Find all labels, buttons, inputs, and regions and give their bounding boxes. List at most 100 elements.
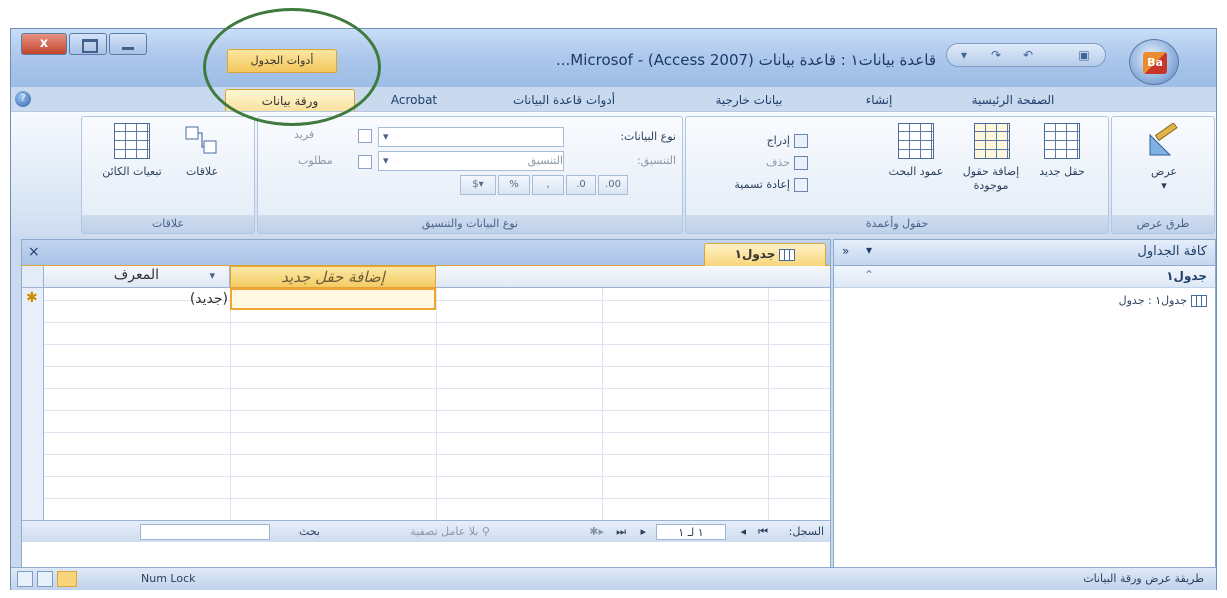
- undo-icon[interactable]: ↶: [1019, 47, 1037, 63]
- tab-external-data[interactable]: بيانات خارجية: [699, 89, 799, 111]
- redo-icon[interactable]: ↷: [987, 47, 1005, 63]
- fields-columns-group: حقل جديد إضافة حقول موجودة عمود البحث إد…: [685, 116, 1109, 234]
- delete-button[interactable]: حذف: [766, 153, 808, 173]
- search-label: بحث: [299, 525, 320, 538]
- record-navigation-bar: السجل: ⏮ ◂ ١ لـ ١ ▸ ⏭ ▸✱ ⚲ بلا عامل تصفي…: [22, 520, 830, 542]
- datatype-formatting-group: نوع البيانات: التنسيق: التنسيق $▾ % , .0…: [257, 116, 683, 234]
- datatype-combo[interactable]: [378, 127, 564, 147]
- tab-database-tools[interactable]: أدوات قاعدة البيانات: [499, 89, 629, 111]
- cell-add-field-active[interactable]: [230, 288, 436, 310]
- record-position-input[interactable]: ١ لـ ١: [656, 524, 726, 540]
- help-icon[interactable]: ?: [15, 91, 31, 107]
- views-group: عرض ▾ طرق عرض: [1111, 116, 1215, 234]
- add-existing-fields-label: إضافة حقول موجودة: [962, 165, 1020, 192]
- application-window: x أدوات الجدول قاعدة بيانات١ : قاعدة بيا…: [10, 28, 1217, 590]
- datasheet-window: جدول١ × المعرف ▾ إضافة حقل جديد ✱ (جديد)…: [21, 239, 831, 577]
- unique-checkbox[interactable]: [358, 129, 372, 143]
- search-input[interactable]: [140, 524, 270, 540]
- no-filter-icon: ⚲: [478, 525, 490, 538]
- first-record-icon[interactable]: ⏮: [758, 524, 768, 540]
- nav-group-title: جدول١: [1166, 269, 1207, 283]
- status-bar: طريقة عرض ورقة البيانات Num Lock: [11, 567, 1216, 590]
- pivottable-view-icon[interactable]: [37, 571, 53, 587]
- tab-create[interactable]: إنشاء: [849, 89, 909, 111]
- customize-qat-icon[interactable]: ▾: [955, 47, 973, 63]
- cell-id-new[interactable]: (جديد): [44, 288, 230, 310]
- column-header-id[interactable]: المعرف ▾: [44, 266, 230, 288]
- filter-indicator[interactable]: ⚲ بلا عامل تصفية: [410, 524, 490, 540]
- pivotchart-view-icon[interactable]: [17, 571, 33, 587]
- lookup-column-icon: [898, 123, 934, 159]
- column-header-add-field[interactable]: إضافة حقل جديد: [230, 266, 436, 288]
- maximize-button[interactable]: [69, 33, 107, 55]
- relationships-label: علاقات: [185, 165, 219, 178]
- table-icon: [1191, 295, 1207, 307]
- rename-label: إعادة تسمية: [734, 178, 790, 191]
- add-existing-fields-button[interactable]: إضافة حقول موجودة: [956, 121, 1026, 199]
- tab-home[interactable]: الصفحة الرئيسية: [953, 89, 1073, 111]
- document-tab-bar: جدول١ ×: [22, 240, 830, 266]
- datasheet-view-icon[interactable]: [57, 571, 77, 587]
- office-logo-icon: Ba: [1143, 52, 1167, 74]
- required-checkbox[interactable]: [358, 155, 372, 169]
- views-group-label: طرق عرض: [1112, 215, 1214, 233]
- format-label: التنسيق:: [636, 154, 676, 167]
- minimize-button[interactable]: [109, 33, 147, 55]
- nav-group-header[interactable]: ⌃ جدول١: [834, 266, 1215, 288]
- nav-item-table1[interactable]: جدول١ : جدول: [1119, 294, 1207, 307]
- relationships-group-label: علاقات: [82, 215, 254, 233]
- nav-item-label: جدول١ : جدول: [1118, 294, 1187, 307]
- nav-pane-title: كافة الجداول: [1137, 244, 1207, 259]
- row-selector-column[interactable]: [22, 288, 44, 520]
- window-title: قاعدة بيانات١ : قاعدة بيانات (Access 200…: [555, 51, 936, 69]
- next-record-icon[interactable]: ▸: [640, 524, 646, 540]
- no-filter-label: بلا عامل تصفية: [410, 525, 479, 538]
- insert-button[interactable]: إدراج: [767, 131, 808, 151]
- highlight-circle-annotation: [203, 8, 381, 126]
- quick-access-toolbar: ▾ ↷ ↶ ▣: [946, 43, 1106, 67]
- increase-decimals-button[interactable]: .0: [566, 175, 596, 195]
- percent-button[interactable]: %: [498, 175, 530, 195]
- office-button[interactable]: Ba: [1129, 39, 1179, 85]
- new-record-icon: ✱: [26, 290, 38, 306]
- status-view-text: طريقة عرض ورقة البيانات: [1083, 572, 1204, 585]
- lookup-column-button[interactable]: عمود البحث: [884, 121, 948, 199]
- collapse-group-icon[interactable]: ⌃: [864, 268, 874, 282]
- decrease-decimals-button[interactable]: .00: [598, 175, 628, 195]
- last-record-icon[interactable]: ⏭: [616, 524, 626, 540]
- nav-pane-header[interactable]: » ▾ كافة الجداول: [834, 240, 1215, 266]
- format-combo[interactable]: التنسيق: [378, 151, 564, 171]
- delete-label: حذف: [766, 156, 790, 169]
- title-bar: x أدوات الجدول قاعدة بيانات١ : قاعدة بيا…: [11, 29, 1216, 87]
- save-icon[interactable]: ▣: [1075, 47, 1093, 63]
- view-icon: [1149, 123, 1178, 156]
- new-field-icon: [1044, 123, 1080, 159]
- sort-dropdown-icon[interactable]: ▾: [209, 269, 215, 282]
- comma-button[interactable]: ,: [532, 175, 564, 195]
- relationships-button[interactable]: علاقات: [170, 121, 234, 199]
- object-dependencies-icon: [114, 123, 150, 159]
- close-document-icon[interactable]: ×: [28, 244, 40, 260]
- currency-button[interactable]: $▾: [460, 175, 496, 195]
- datatype-formatting-group-label: نوع البيانات والتنسيق: [258, 215, 682, 233]
- view-label: عرض: [1151, 165, 1177, 178]
- rename-column-icon: [794, 178, 808, 192]
- close-button[interactable]: x: [21, 33, 67, 55]
- new-field-button[interactable]: حقل جديد: [1030, 121, 1094, 199]
- document-tab-label: جدول١: [734, 247, 776, 261]
- collapse-pane-icon[interactable]: »: [842, 244, 849, 258]
- view-dropdown-icon: ▾: [1161, 179, 1167, 192]
- delete-column-icon: [794, 156, 808, 170]
- document-tab-table1[interactable]: جدول١: [704, 243, 826, 266]
- rename-button[interactable]: إعادة تسمية: [734, 175, 808, 195]
- ribbon-tabs: ? ورقة بيانات Acrobat أدوات قاعدة البيان…: [11, 87, 1216, 111]
- previous-record-icon[interactable]: ◂: [740, 524, 746, 540]
- tab-acrobat[interactable]: Acrobat: [369, 89, 459, 111]
- new-record-nav-icon[interactable]: ▸✱: [589, 524, 604, 540]
- select-all-button[interactable]: [22, 266, 44, 288]
- nav-menu-dropdown-icon[interactable]: ▾: [866, 243, 872, 257]
- relationships-group: علاقات تبعيات الكائن علاقات: [81, 116, 255, 234]
- object-dependencies-button[interactable]: تبعيات الكائن: [100, 121, 164, 199]
- view-button[interactable]: عرض ▾: [1132, 121, 1196, 199]
- num-lock-indicator: Num Lock: [141, 572, 196, 585]
